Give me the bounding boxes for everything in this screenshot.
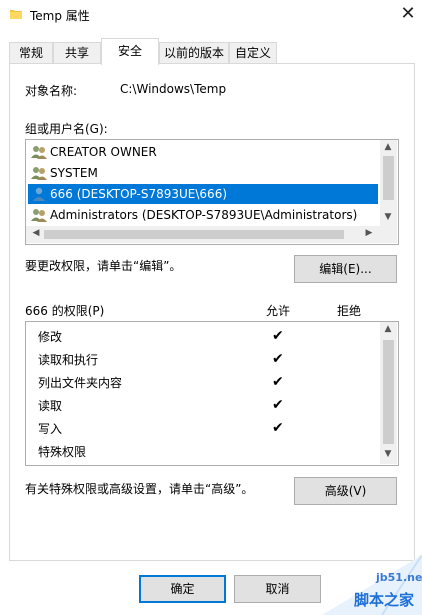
list-item[interactable]: SYSTEM <box>28 163 378 183</box>
tab-strip: 常规 共享 安全 以前的版本 自定义 <box>0 38 422 65</box>
users-icon <box>31 167 47 180</box>
folder-icon <box>10 10 22 19</box>
allow-check-icon: ✔ <box>272 374 284 390</box>
permission-name: 读取 <box>38 399 63 413</box>
permission-name: 写入 <box>38 422 63 436</box>
deny-header: 拒绝 <box>337 304 362 318</box>
groups-listbox[interactable]: CREATOR OWNER SYSTEM 666 (DESKTOP-S7893U… <box>25 139 399 245</box>
scroll-thumb[interactable] <box>383 340 394 444</box>
scroll-thumb[interactable] <box>383 156 394 200</box>
permission-name: 列出文件夹内容 <box>38 376 123 390</box>
scroll-left-icon[interactable]: ◀ <box>28 228 44 238</box>
group-name: CREATOR OWNER <box>50 145 157 159</box>
scroll-up-icon[interactable]: ▲ <box>380 142 396 152</box>
groups-label: 组或用户名(G): <box>25 122 108 136</box>
users-icon <box>31 146 47 159</box>
groups-horizontal-scrollbar[interactable]: ◀ ▶ <box>26 226 397 243</box>
tab-security[interactable]: 安全 <box>101 38 159 65</box>
scroll-thumb[interactable] <box>44 230 344 239</box>
list-item-selected[interactable]: 666 (DESKTOP-S7893UE\666) <box>28 184 378 204</box>
watermark: jb51.net 脚本之家 <box>322 555 422 615</box>
object-name-value: C:\Windows\Temp <box>120 82 227 96</box>
users-icon <box>31 209 47 222</box>
list-item[interactable]: CREATOR OWNER <box>28 142 378 162</box>
tab-previous-versions[interactable]: 以前的版本 <box>159 42 229 63</box>
groups-vertical-scrollbar[interactable]: ▲ ▼ <box>380 140 397 226</box>
watermark-url: jb51.net <box>376 571 422 584</box>
group-name: 666 (DESKTOP-S7893UE\666) <box>50 187 228 201</box>
object-name-label: 对象名称: <box>25 84 78 98</box>
user-icon <box>33 187 45 201</box>
scroll-down-icon[interactable]: ▼ <box>380 449 396 459</box>
change-permissions-note: 要更改权限，请单击“编辑”。 <box>25 259 182 273</box>
watermark-text: 脚本之家 <box>354 591 415 609</box>
tab-general[interactable]: 常规 <box>9 42 53 63</box>
cancel-button[interactable]: 取消 <box>234 575 321 603</box>
title-bar: Temp 属性 ✕ <box>0 0 422 30</box>
permissions-vertical-scrollbar[interactable]: ▲ ▼ <box>380 322 397 464</box>
tab-sharing[interactable]: 共享 <box>53 42 101 63</box>
scroll-up-icon[interactable]: ▲ <box>380 324 396 334</box>
permission-name: 修改 <box>38 330 63 344</box>
scroll-right-icon[interactable]: ▶ <box>361 228 377 238</box>
list-item[interactable]: Administrators (DESKTOP-S7893UE\Administ… <box>28 205 378 225</box>
advanced-note: 有关特殊权限或高级设置，请单击“高级”。 <box>25 482 254 496</box>
group-name: SYSTEM <box>50 166 98 180</box>
tab-customize[interactable]: 自定义 <box>229 42 277 63</box>
edit-button[interactable]: 编辑(E)... <box>294 255 397 283</box>
permission-name: 读取和执行 <box>38 353 99 367</box>
allow-check-icon: ✔ <box>272 351 284 367</box>
group-name: Administrators (DESKTOP-S7893UE\Administ… <box>50 208 358 222</box>
close-icon[interactable]: ✕ <box>398 3 418 25</box>
allow-check-icon: ✔ <box>272 397 284 413</box>
allow-header: 允许 <box>266 304 291 318</box>
allow-check-icon: ✔ <box>272 420 284 436</box>
window-title: Temp 属性 <box>30 9 90 23</box>
permissions-listbox: 修改 读取和执行 列出文件夹内容 读取 写入 特殊权限 ✔ ✔ ✔ ✔ ✔ ▲ … <box>25 321 399 466</box>
permission-name: 特殊权限 <box>38 445 87 459</box>
allow-check-icon: ✔ <box>272 328 284 344</box>
advanced-button[interactable]: 高级(V) <box>294 477 397 505</box>
permissions-title: 666 的权限(P) <box>25 304 105 318</box>
scroll-down-icon[interactable]: ▼ <box>380 212 396 222</box>
ok-button[interactable]: 确定 <box>139 575 226 603</box>
